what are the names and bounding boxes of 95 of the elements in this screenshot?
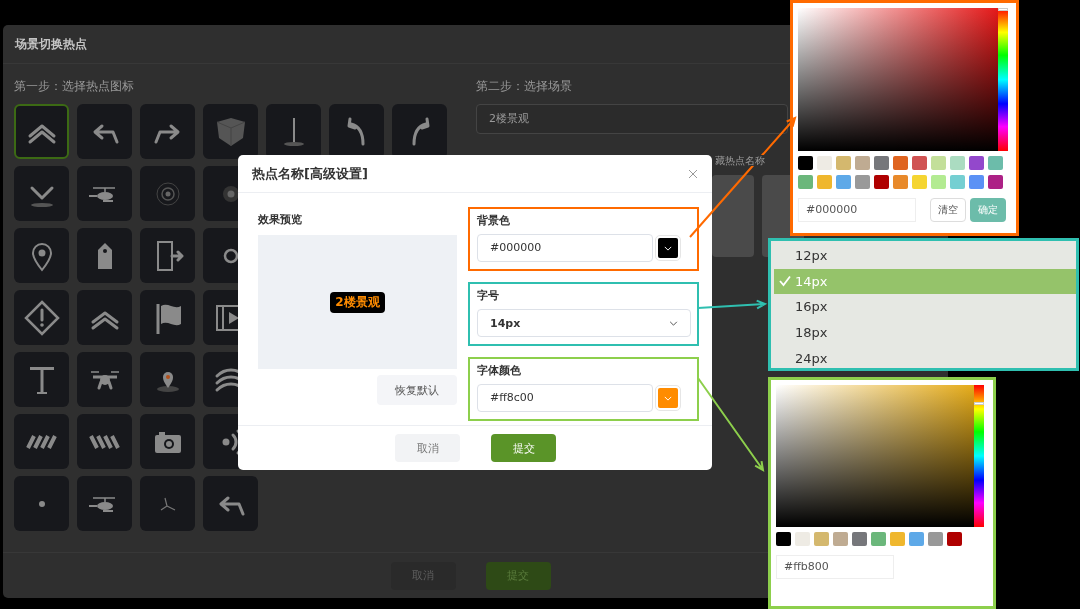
color-swatch[interactable] [931, 156, 946, 170]
field-label: 效果预览 [258, 212, 303, 227]
icon-tile[interactable] [14, 414, 69, 469]
color-swatch[interactable] [817, 175, 832, 189]
color-swatch[interactable] [798, 156, 813, 170]
scene-select[interactable]: 2楼景观 [476, 104, 788, 134]
step-label: 第二步：选择场景 [476, 78, 573, 95]
hue-slider[interactable] [998, 8, 1008, 151]
color-swatch[interactable] [912, 156, 927, 170]
color-swatch[interactable] [969, 175, 984, 189]
hex-input[interactable]: #000000 [798, 198, 916, 222]
color-input[interactable]: #000000 [477, 234, 653, 262]
color-swatch[interactable] [950, 156, 965, 170]
saturation-area[interactable] [776, 385, 974, 527]
saturation-area[interactable] [798, 8, 998, 151]
icon-tile[interactable] [77, 476, 132, 531]
color-swatch[interactable] [931, 175, 946, 189]
icon-tile[interactable] [14, 104, 69, 159]
icon-tile[interactable] [77, 290, 132, 345]
icon-tile[interactable] [14, 290, 69, 345]
dot-icon [37, 499, 46, 508]
check-icon [779, 275, 791, 288]
color-swatch[interactable] [814, 532, 829, 546]
icon-tile[interactable] [140, 476, 195, 531]
color-input[interactable]: #ff8c00 [477, 384, 653, 412]
color-swatch[interactable] [893, 156, 908, 170]
color-swatch[interactable] [874, 175, 889, 189]
option-label: 藏热点名称 [715, 155, 765, 166]
color-swatch[interactable] [950, 175, 965, 189]
color-swatch[interactable] [909, 532, 924, 546]
chevron-down-icon [664, 245, 672, 251]
color-swatch[interactable] [836, 156, 851, 170]
color-swatch[interactable] [947, 532, 962, 546]
dropdown-option[interactable]: 12px [774, 243, 1076, 269]
chevron-down-icon [669, 320, 678, 326]
chevron-down-icon [664, 395, 672, 401]
icon-tile[interactable] [140, 414, 195, 469]
icon-tile[interactable] [203, 104, 258, 159]
font-size-select[interactable]: 14px [477, 309, 691, 337]
branch-icon [158, 495, 177, 512]
color-swatch[interactable] [969, 156, 984, 170]
icon-tile[interactable] [14, 166, 69, 221]
color-swatch[interactable] [988, 156, 1003, 170]
field-label: 背景色 [477, 213, 511, 228]
dropdown-option[interactable]: 16px [774, 294, 1076, 320]
field-label: 字号 [477, 288, 500, 303]
color-swatch[interactable] [852, 532, 867, 546]
color-swatch[interactable] [798, 175, 813, 189]
color-swatch[interactable] [928, 532, 943, 546]
color-swatch[interactable] [893, 175, 908, 189]
color-swatch[interactable] [871, 532, 886, 546]
color-swatch[interactable] [890, 532, 905, 546]
dropdown-option[interactable]: 24px [774, 345, 1076, 371]
icon-tile[interactable] [77, 352, 132, 407]
color-swatch[interactable] [795, 532, 810, 546]
color-swatch[interactable] [912, 175, 927, 189]
icon-tile[interactable] [77, 414, 132, 469]
slider-thumb[interactable] [974, 402, 984, 406]
hue-slider[interactable] [974, 385, 984, 527]
color-swatch[interactable] [817, 156, 832, 170]
icon-tile[interactable] [140, 166, 195, 221]
color-swatch-button[interactable] [658, 238, 678, 258]
stripes-right-icon [25, 433, 58, 450]
modal-title: 热点名称[高级设置] [252, 164, 368, 183]
submit-button[interactable]: 提交 [491, 434, 556, 462]
icon-tile[interactable] [14, 476, 69, 531]
color-swatch[interactable] [874, 156, 889, 170]
stripes-left-icon [88, 433, 121, 450]
color-swatch[interactable] [776, 532, 791, 546]
icon-tile[interactable] [140, 104, 195, 159]
icon-tile[interactable] [14, 352, 69, 407]
color-swatch[interactable] [833, 532, 848, 546]
icon-tile[interactable] [77, 104, 132, 159]
close-icon[interactable] [688, 168, 698, 179]
icon-tile[interactable] [77, 228, 132, 283]
preview-badge: 2楼景观 [330, 291, 385, 313]
icon-tile[interactable] [140, 228, 195, 283]
clear-button[interactable]: 清空 [930, 198, 966, 222]
reset-button[interactable]: 恢复默认 [377, 375, 457, 405]
dropdown-option[interactable]: 18px [774, 319, 1076, 346]
icon-tile[interactable] [140, 352, 195, 407]
color-swatch[interactable] [855, 156, 870, 170]
color-swatch[interactable] [988, 175, 1003, 189]
color-swatch[interactable] [855, 175, 870, 189]
color-swatch[interactable] [836, 175, 851, 189]
color-swatch-button[interactable] [658, 388, 678, 408]
cancel-button[interactable]: 取消 [395, 434, 460, 462]
icon-tile[interactable] [203, 476, 258, 531]
field-label: 字体颜色 [477, 363, 522, 378]
icon-tile[interactable] [77, 166, 132, 221]
hex-input[interactable]: #ffb800 [776, 555, 894, 579]
icon-tile[interactable] [140, 290, 195, 345]
slider-thumb[interactable] [998, 8, 1008, 11]
icon-tile[interactable] [14, 228, 69, 283]
step-label: 第一步：选择热点图标 [14, 78, 135, 95]
